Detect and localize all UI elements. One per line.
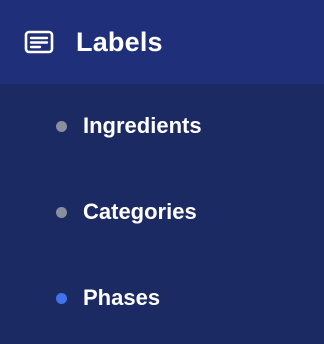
sidebar: Labels Ingredients Categories Phases [0,0,324,344]
labels-section-header[interactable]: Labels [0,0,324,84]
sidebar-item-categories[interactable]: Categories [0,182,324,242]
active-bullet-dot-icon [56,292,67,304]
sidebar-item-ingredients[interactable]: Ingredients [0,96,324,156]
section-title: Labels [76,26,163,57]
sidebar-item-label: Categories [83,199,197,224]
bullet-dot-icon [56,120,67,132]
sidebar-item-label: Phases [83,285,161,310]
labels-submenu: Ingredients Categories Phases [0,84,324,344]
notes-icon [24,30,54,54]
bullet-dot-icon [56,206,67,218]
sidebar-item-phases[interactable]: Phases [0,268,324,328]
sidebar-item-label: Ingredients [83,113,202,138]
